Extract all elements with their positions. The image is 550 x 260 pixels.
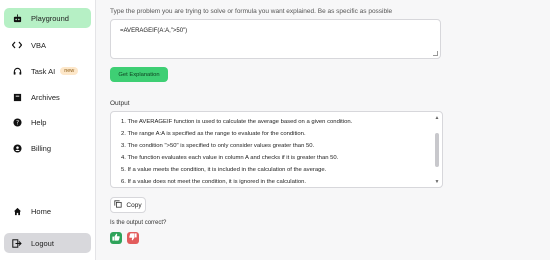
svg-text:?: ? [15,120,18,126]
sidebar-item-label: VBA [31,40,47,50]
thumbs-down-icon [129,233,137,243]
new-badge: new [60,67,79,75]
output-line: 1. The AVERAGEIF function is used to cal… [121,119,353,125]
scroll-thumb[interactable] [435,133,439,167]
get-explanation-button[interactable]: Get Explanation [110,67,168,82]
scroll-up-icon[interactable]: ▲ [434,115,440,121]
robot-icon [12,13,22,23]
sidebar-item-label: Playground [31,13,69,23]
output-line: 4. The function evaluates each value in … [121,155,339,161]
output-scrollbar[interactable]: ▲ ▼ [434,115,440,185]
main-content: Type the problem you are trying to solve… [96,0,550,260]
sidebar: Playground VBA Task AI new Archives ? He… [0,0,96,260]
sidebar-item-label: Logout [31,238,54,248]
output-line: 6. If a value does not meet the conditio… [121,179,307,185]
sidebar-item-billing[interactable]: Billing [4,138,91,158]
sidebar-item-task-ai[interactable]: Task AI new [4,61,91,81]
copy-button[interactable]: Copy [110,197,146,213]
sidebar-item-help[interactable]: ? Help [4,112,91,132]
sidebar-item-label: Task AI [31,66,56,76]
sidebar-item-label: Help [31,117,47,127]
code-icon [12,40,22,50]
headset-icon [12,66,22,76]
sidebar-item-archives[interactable]: Archives [4,87,91,107]
home-icon [12,206,22,216]
logout-button[interactable]: Logout [4,233,91,253]
sidebar-item-playground[interactable]: Playground [4,8,91,28]
help-icon: ? [12,117,22,127]
logout-icon [12,238,22,248]
scroll-down-icon[interactable]: ▼ [434,179,440,185]
output-line: 5. If a value meets the condition, it is… [121,167,327,173]
copy-icon [114,200,123,210]
sidebar-item-home[interactable]: Home [4,201,91,221]
prompt-input-value: =AVERAGEIF(A:A,">50") [120,28,188,34]
sidebar-item-vba[interactable]: VBA [4,35,91,55]
output-line: 3. The condition ">50" is specified to o… [121,143,315,149]
resize-handle[interactable] [433,51,438,56]
prompt-input[interactable]: =AVERAGEIF(A:A,">50") [110,19,441,59]
feedback-question: Is the output correct? [110,220,167,226]
thumbs-up-button[interactable] [110,232,122,244]
thumbs-down-button[interactable] [127,232,139,244]
copy-label: Copy [126,201,142,209]
user-icon [12,143,22,153]
sidebar-item-label: Home [31,206,52,216]
sidebar-item-label: Billing [31,143,52,153]
output-box[interactable]: 1. The AVERAGEIF function is used to cal… [110,111,443,188]
sidebar-item-label: Archives [31,92,60,102]
archive-icon [12,92,22,102]
output-label: Output [110,100,130,107]
thumbs-up-icon [112,233,120,243]
prompt-hint: Type the problem you are trying to solve… [110,8,393,15]
output-line: 2. The range A:A is specified as the ran… [121,131,306,137]
